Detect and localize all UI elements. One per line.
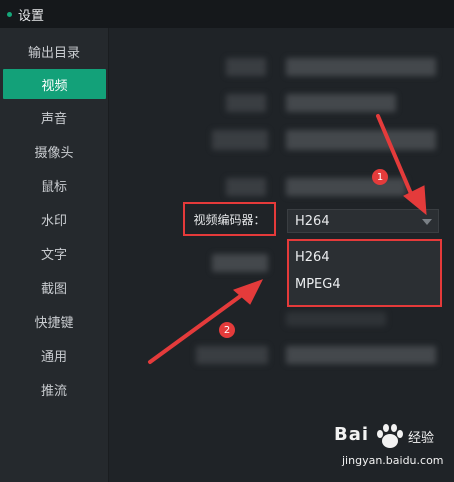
arrow-1 [376, 114, 427, 216]
step-number: 2 [223, 324, 231, 336]
watermark-brand: Bai [334, 424, 370, 445]
arrow-2 [148, 279, 264, 364]
baidu-jingyan-watermark: Bai 经验 jingyan.baidu.com [330, 420, 450, 476]
annotation-arrows [148, 114, 427, 364]
baidu-paw-icon [377, 424, 403, 448]
step-number: 1 [376, 171, 384, 183]
step-badge-2: 2 [219, 322, 235, 338]
watermark-url: jingyan.baidu.com [342, 454, 444, 467]
watermark-cn: 经验 [408, 431, 435, 446]
step-badge-1: 1 [372, 169, 388, 185]
